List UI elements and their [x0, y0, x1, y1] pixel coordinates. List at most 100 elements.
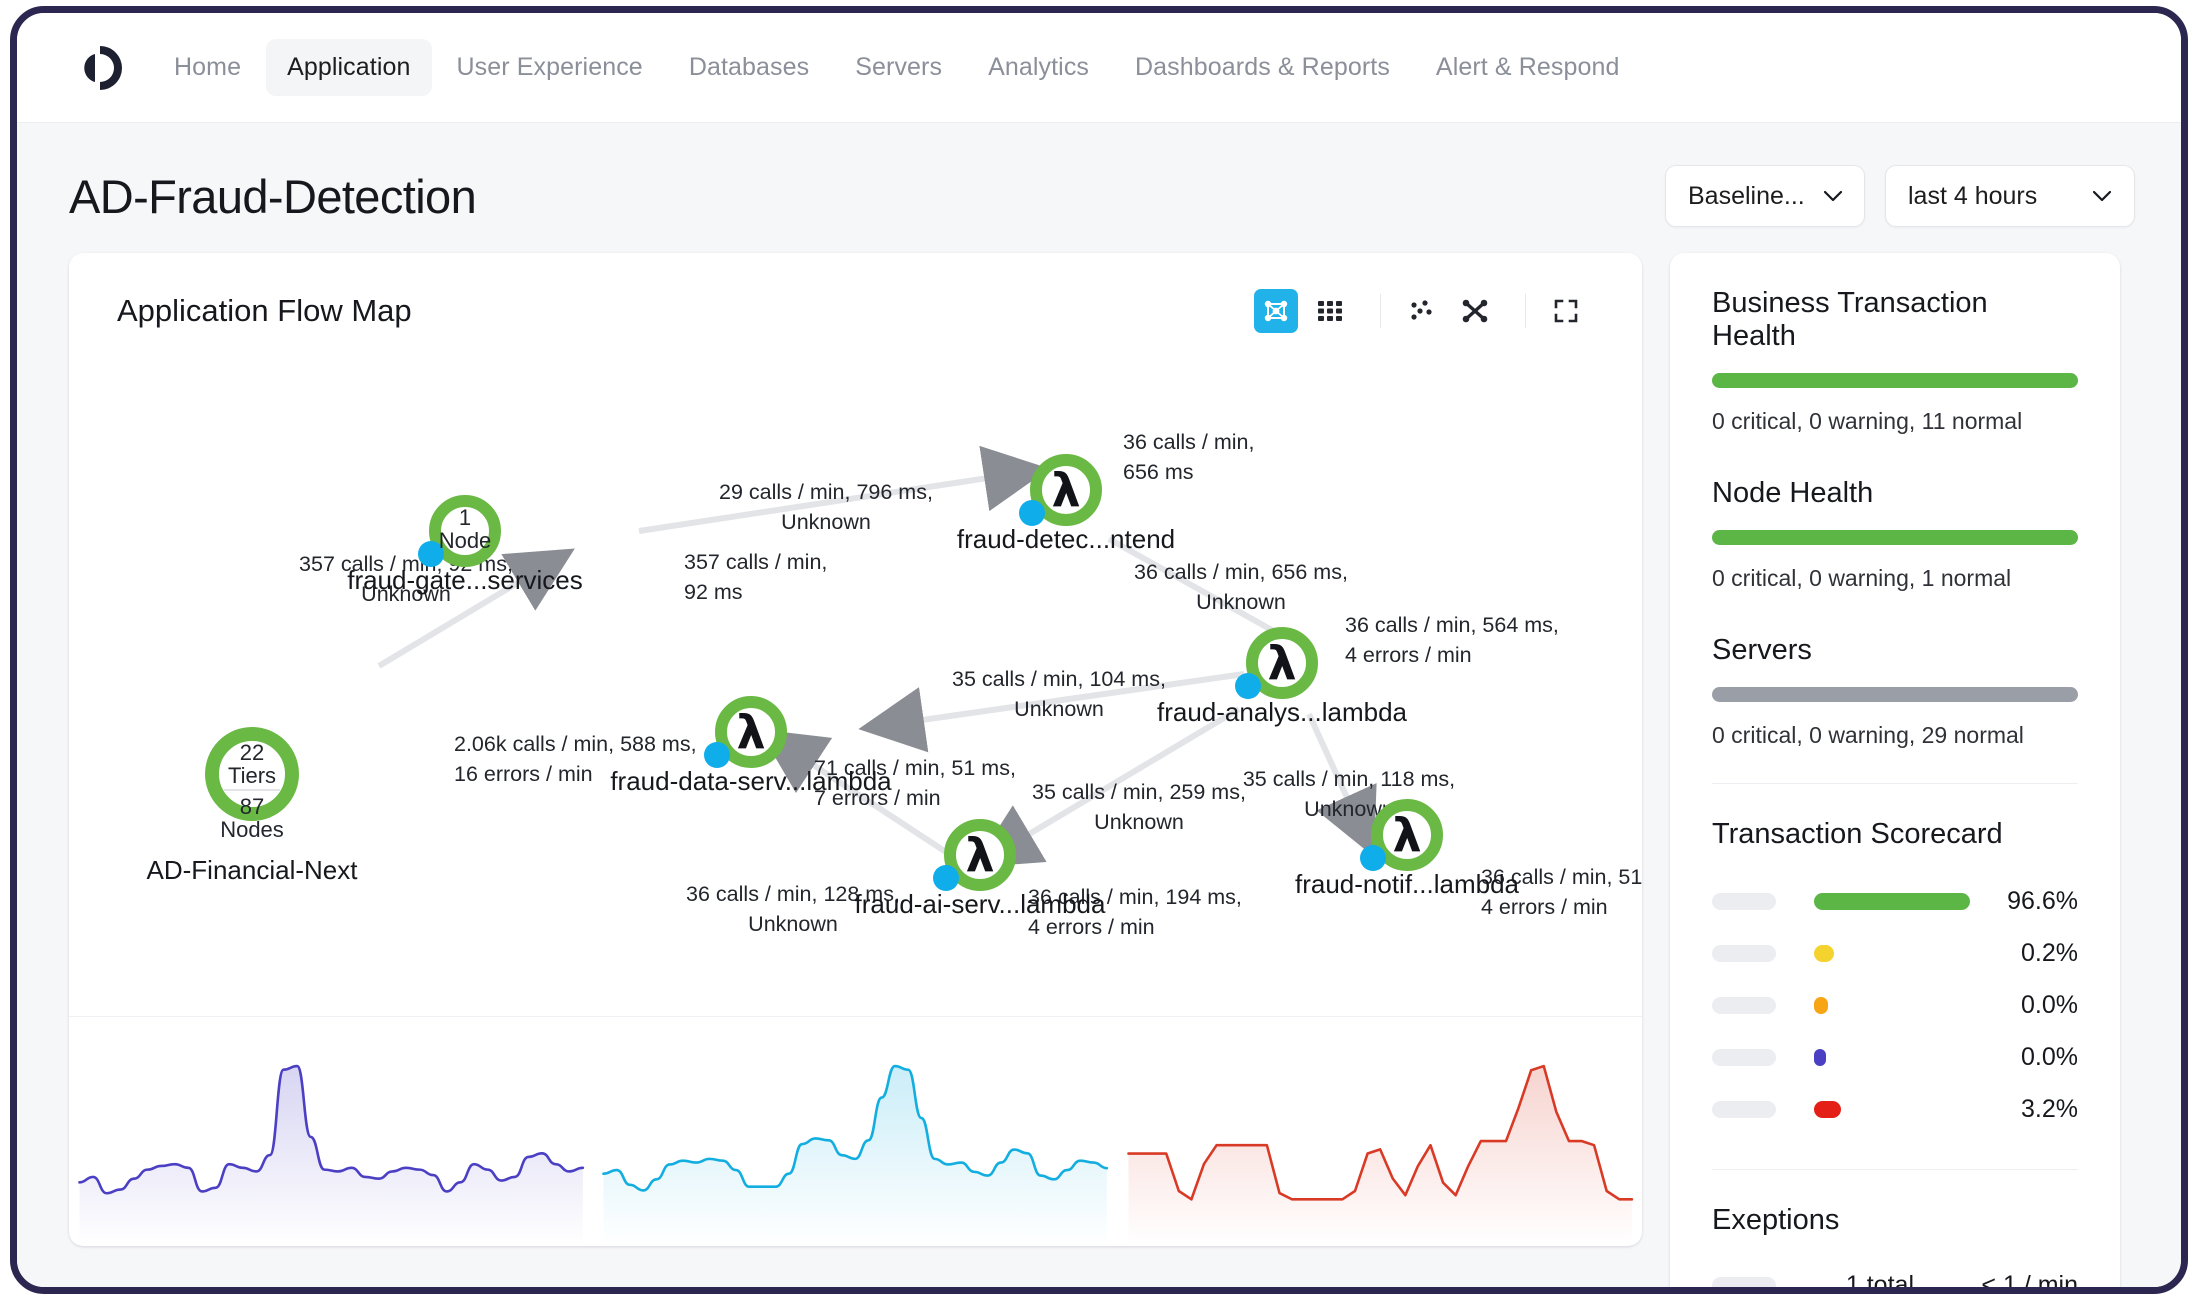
- flow-map-icon[interactable]: [1254, 289, 1298, 333]
- servers-bar: [1712, 687, 2078, 702]
- node-label: fraud-data-serv...lambda: [610, 766, 892, 796]
- node-status-dot: [933, 865, 959, 891]
- scorecard-row-percent: 3.2%: [1970, 1095, 2078, 1124]
- collapse-cross-glyph: [1461, 298, 1489, 324]
- exceptions-panel: Exeptions 1 total < 1 / min - total - / …: [1670, 1170, 2120, 1294]
- spacer: [1712, 592, 2078, 634]
- edge-label: 92 ms: [684, 580, 743, 604]
- grid-view-icon[interactable]: [1308, 289, 1352, 333]
- lambda-icon: λ: [1267, 636, 1296, 690]
- time-range-select-value: last 4 hours: [1908, 182, 2037, 211]
- scorecard-row-bar: [1814, 893, 1970, 910]
- collapse-cross-icon[interactable]: [1453, 289, 1497, 333]
- scorecard-row-percent: 0.0%: [1970, 991, 2078, 1020]
- sparkline-row: [69, 1016, 1642, 1246]
- business-transaction-health-title: Business Transaction Health: [1712, 287, 2078, 353]
- scorecard-row: 96.6%: [1712, 875, 2078, 927]
- flow-map-glyph: [1263, 298, 1289, 324]
- node-label: fraud-notif...lambda: [1295, 869, 1520, 899]
- appdynamics-logo[interactable]: [69, 39, 127, 97]
- main-content: Application Flow Map: [17, 227, 2181, 1294]
- node-label: fraud-analys...lambda: [1157, 697, 1408, 727]
- sparkline-area: [1128, 1066, 1631, 1246]
- scorecard-row-barzone: [1776, 893, 1970, 910]
- edge-label: 656 ms: [1123, 460, 1194, 484]
- scorecard-row-bar: [1814, 945, 1834, 962]
- metrics-sidebar: Business Transaction Health 0 critical, …: [1670, 253, 2120, 1294]
- fullscreen-icon[interactable]: [1544, 289, 1588, 333]
- node-health-summary: 0 critical, 0 warning, 1 normal: [1712, 565, 2078, 592]
- exceptions-row: 1 total < 1 / min: [1712, 1261, 2078, 1294]
- sidebar-card: Business Transaction Health 0 critical, …: [1670, 253, 2120, 1294]
- app-window: Home Application User Experience Databas…: [10, 6, 2188, 1294]
- scorecard-row: 3.2%: [1712, 1083, 2078, 1135]
- edge-label: 35 calls / min, 104 ms,: [952, 667, 1166, 691]
- nav-items: Home Application User Experience Databas…: [153, 39, 1640, 96]
- toolbar-divider: [1525, 294, 1526, 328]
- nav-item-servers[interactable]: Servers: [834, 39, 963, 96]
- flow-node-ad-financial-next[interactable]: 22 Tiers 87 Nodes AD-Financial-Next: [147, 734, 359, 885]
- scorecard-row-bar: [1814, 1101, 1841, 1118]
- edge-label: 29 calls / min, 796 ms,: [719, 480, 933, 504]
- node-status-dot: [704, 742, 730, 768]
- edge-label: 35 calls / min, 259 ms,: [1032, 780, 1246, 804]
- scorecard-row-label: [1712, 1049, 1776, 1066]
- node-status-dot: [1019, 500, 1045, 526]
- edge-label: Unknown: [781, 510, 871, 534]
- edge-label: 16 errors / min: [454, 762, 593, 786]
- exceptions-row-total: 1 total: [1776, 1271, 1928, 1295]
- scorecard-row-percent: 96.6%: [1970, 887, 2078, 916]
- scatter-nodes-icon[interactable]: [1399, 289, 1443, 333]
- lambda-icon: λ: [965, 828, 994, 882]
- top-navigation-bar: Home Application User Experience Databas…: [17, 13, 2181, 123]
- edge-label: 4 errors / min: [1345, 643, 1472, 667]
- edge-label: 35 calls / min, 118 ms,: [1243, 767, 1455, 791]
- nav-item-user-experience[interactable]: User Experience: [436, 39, 664, 96]
- scorecard-row: 0.0%: [1712, 1031, 2078, 1083]
- page-header: AD-Fraud-Detection Baseline... last 4 ho…: [17, 123, 2181, 227]
- flow-node-fraud-gateway-services[interactable]: 1 Node fraud-gate...services: [347, 501, 583, 595]
- nav-item-application[interactable]: Application: [266, 39, 431, 96]
- grid-view-glyph: [1317, 300, 1343, 322]
- scorecard-row-label: [1712, 945, 1776, 962]
- flow-node-fraud-ai-service-lambda[interactable]: λ fraud-ai-serv...lambda: [855, 825, 1106, 919]
- baseline-select[interactable]: Baseline...: [1665, 165, 1865, 227]
- node-label: fraud-ai-serv...lambda: [855, 889, 1106, 919]
- servers-title: Servers: [1712, 634, 2078, 667]
- flow-map-title: Application Flow Map: [117, 293, 412, 329]
- toolbar-divider: [1380, 294, 1381, 328]
- fullscreen-glyph: [1553, 298, 1579, 324]
- scorecard-row-bar: [1814, 997, 1828, 1014]
- edge-label: 36 calls / min, 656 ms,: [1134, 560, 1348, 584]
- node-nodes-count: 87: [240, 794, 264, 819]
- scorecard-row-barzone: [1776, 997, 1970, 1014]
- nav-item-alert-respond[interactable]: Alert & Respond: [1415, 39, 1641, 96]
- node-label: AD-Financial-Next: [147, 855, 359, 885]
- sparkline-response-time[interactable]: [593, 1017, 1117, 1246]
- sparkline-area: [79, 1066, 582, 1246]
- edge-label: Unknown: [1014, 697, 1104, 721]
- exceptions-row-label: [1712, 1277, 1776, 1294]
- scatter-nodes-glyph: [1408, 298, 1434, 324]
- node-count: 1: [459, 505, 471, 530]
- scorecard-row-bar: [1814, 1049, 1826, 1066]
- node-unit: Node: [439, 528, 492, 553]
- sparkline-errors-per-minute[interactable]: [1118, 1017, 1642, 1246]
- scorecard-row-barzone: [1776, 945, 1970, 962]
- nav-item-dashboards-reports[interactable]: Dashboards & Reports: [1114, 39, 1411, 96]
- flow-map-graph[interactable]: 357 calls / min, 92 ms, Unknown 2.06k ca…: [69, 349, 1642, 1014]
- flow-map-toolbar: [1254, 289, 1598, 333]
- nav-item-analytics[interactable]: Analytics: [967, 39, 1110, 96]
- edge-label: 357 calls / min,: [684, 550, 827, 574]
- scorecard-row-barzone: [1776, 1101, 1970, 1118]
- transaction-scorecard-title: Transaction Scorecard: [1712, 818, 2078, 851]
- time-range-select[interactable]: last 4 hours: [1885, 165, 2135, 227]
- page-body: AD-Fraud-Detection Baseline... last 4 ho…: [17, 123, 2181, 1287]
- lambda-icon: λ: [736, 705, 765, 759]
- edge-label: 2.06k calls / min, 588 ms,: [454, 732, 697, 756]
- transaction-scorecard-panel: Transaction Scorecard 96.6%: [1670, 784, 2120, 1169]
- nav-item-databases[interactable]: Databases: [668, 39, 830, 96]
- nav-item-home[interactable]: Home: [153, 39, 262, 96]
- node-label: fraud-gate...services: [347, 565, 583, 595]
- sparkline-calls-per-minute[interactable]: [69, 1017, 593, 1246]
